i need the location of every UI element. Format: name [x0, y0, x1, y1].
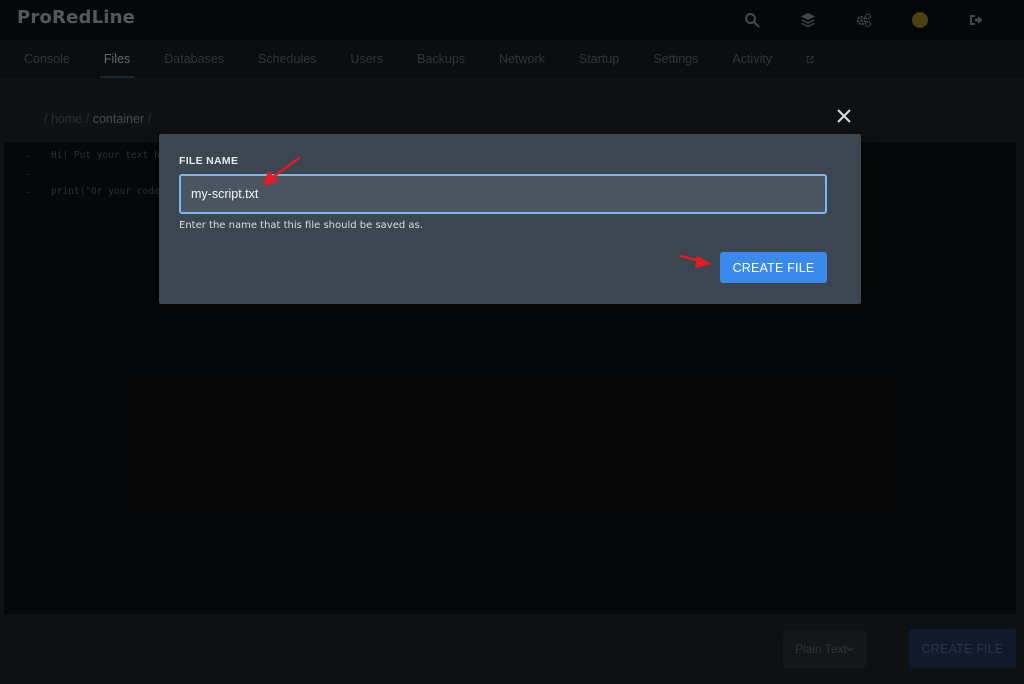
file-name-help: Enter the name that this file should be …	[179, 220, 423, 231]
modal-backdrop[interactable]	[0, 0, 1024, 684]
file-name-label: FILE NAME	[179, 155, 239, 167]
new-file-dialog: FILE NAME Enter the name that this file …	[159, 134, 861, 304]
create-file-button[interactable]: CREATE FILE	[720, 252, 827, 283]
close-icon[interactable]	[834, 106, 854, 126]
app-window: ProRedLine Console Files Databases Sched…	[0, 0, 1024, 684]
file-name-input[interactable]	[179, 174, 827, 214]
